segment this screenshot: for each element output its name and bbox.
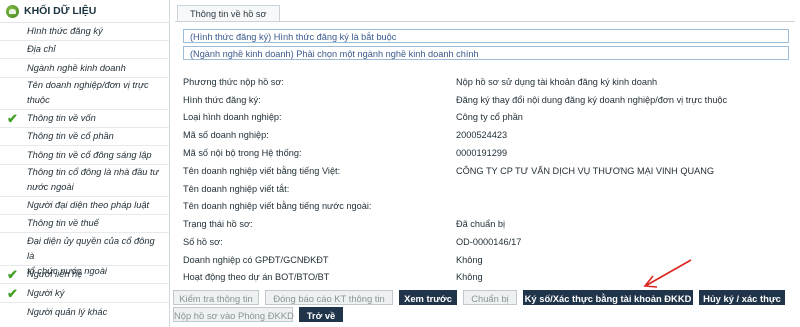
check-info-button[interactable]: Kiểm tra thông tin: [173, 290, 259, 305]
field-value: Không: [456, 272, 483, 282]
field-row: Hoạt động theo dự án BOT/BTO/BT Không: [183, 270, 789, 284]
sidebar-item-legal-representative[interactable]: Người đại diện theo pháp luật: [0, 197, 169, 213]
field-row: Mã số doanh nghiệp: 2000524423: [183, 128, 789, 142]
field-value: CÔNG TY CP TƯ VẤN DỊCH VỤ THƯƠNG MẠI VIN…: [456, 166, 715, 176]
data-block-icon: [6, 4, 19, 18]
field-label: Hoạt động theo dự án BOT/BTO/BT: [183, 272, 330, 282]
field-row: Mã số nội bộ trong Hệ thống: 0000191299: [183, 146, 789, 160]
field-label: Doanh nghiệp có GPĐT/GCNĐKĐT: [183, 255, 329, 265]
field-label: Mã số doanh nghiệp:: [183, 130, 269, 140]
checkmark-icon: ✔: [7, 267, 18, 282]
field-label: Phương thức nộp hồ sơ:: [183, 77, 284, 87]
main-panel: Thông tin về hồ sơ (Hình thức đăng ký) H…: [171, 0, 800, 327]
sidebar-item-foreign-shareholders[interactable]: Thông tin cổ đông là nhà đầu tư nước ngo…: [0, 165, 169, 195]
field-value: Đã chuẩn bị: [456, 219, 506, 229]
validation-message: (Hình thức đăng ký) Hình thức đăng ký là…: [183, 29, 789, 43]
checkmark-icon: ✔: [7, 286, 18, 301]
field-row: Tên doanh nghiệp viết bằng tiếng nước ng…: [183, 199, 789, 213]
report-kt-button[interactable]: Đóng báo cáo KT thông tin: [265, 290, 393, 305]
field-label: Số hồ sơ:: [183, 237, 223, 247]
field-value: OD-0000146/17: [456, 237, 522, 247]
sidebar-item-registration-form[interactable]: Hình thức đăng ký: [0, 23, 169, 39]
field-value: 0000191299: [456, 148, 508, 158]
cancel-sign-button[interactable]: Hủy ký / xác thực: [699, 290, 785, 305]
field-row: Trạng thái hồ sơ: Đã chuẩn bị: [183, 217, 789, 231]
field-row: Phương thức nộp hồ sơ: Nộp hồ sơ sử dụng…: [183, 75, 789, 89]
digital-sign-button[interactable]: Ký số/Xác thực bằng tài khoản ĐKKD: [523, 290, 693, 305]
field-label: Hình thức đăng ký:: [183, 95, 261, 105]
tab-file-info[interactable]: Thông tin về hồ sơ: [177, 5, 280, 22]
field-value: Nộp hồ sơ sử dụng tài khoản đăng ký kinh…: [456, 77, 658, 87]
sidebar-item-capital[interactable]: ✔ Thông tin về vốn: [0, 110, 169, 126]
sidebar-item-signer[interactable]: ✔ Người ký: [0, 285, 169, 301]
sidebar-item-other-managers[interactable]: Người quản lý khác: [0, 304, 169, 320]
field-label: Tên doanh nghiệp viết bằng tiếng Việt:: [183, 166, 341, 176]
validation-message: (Ngành nghề kinh doanh) Phải chọn một ng…: [183, 46, 789, 60]
preview-button[interactable]: Xem trước: [399, 290, 457, 305]
sidebar-item-contact-person[interactable]: ✔ Người liên hệ: [0, 266, 169, 282]
sidebar-item-tax-info[interactable]: Thông tin về thuế: [0, 215, 169, 231]
sidebar-item-founding-shareholders[interactable]: Thông tin về cổ đông sáng lập: [0, 147, 169, 163]
sidebar-item-business-lines[interactable]: Ngành nghề kinh doanh: [0, 60, 169, 76]
field-value: Không: [456, 255, 483, 265]
submit-file-button[interactable]: Nộp hồ sơ vào Phòng ĐKKD: [173, 307, 294, 322]
field-row: Tên doanh nghiệp viết bằng tiếng Việt: C…: [183, 164, 789, 178]
prepare-button[interactable]: Chuẩn bị: [463, 290, 517, 305]
sidebar-header: KHỐI DỮ LIỆU: [0, 0, 169, 23]
sidebar-title: KHỐI DỮ LIỆU: [24, 5, 97, 17]
field-label: Tên doanh nghiệp viết tắt:: [183, 184, 290, 194]
field-row: Doanh nghiệp có GPĐT/GCNĐKĐT Không: [183, 253, 789, 267]
field-label: Trạng thái hồ sơ:: [183, 219, 253, 229]
field-value: Đăng ký thay đổi nội dung đăng ký doanh …: [456, 95, 728, 105]
sidebar: KHỐI DỮ LIỆU Hình thức đăng ký Địa chỉ N…: [0, 0, 170, 327]
field-label: Tên doanh nghiệp viết bằng tiếng nước ng…: [183, 201, 372, 211]
back-button[interactable]: Trở về: [299, 307, 343, 322]
field-label: Loại hình doanh nghiệp:: [183, 112, 282, 122]
checkmark-icon: ✔: [7, 111, 18, 126]
sidebar-item-shares[interactable]: Thông tin về cổ phần: [0, 128, 169, 144]
field-row: Loại hình doanh nghiệp: Công ty cổ phần: [183, 110, 789, 124]
sidebar-item-address[interactable]: Địa chỉ: [0, 41, 169, 57]
field-row: Hình thức đăng ký: Đăng ký thay đổi nội …: [183, 93, 789, 107]
field-value: 2000524423: [456, 130, 508, 140]
field-value: Công ty cổ phần: [456, 112, 523, 122]
sidebar-item-company-name[interactable]: Tên doanh nghiệp/đơn vị trực thuộc: [0, 78, 169, 108]
field-row: Tên doanh nghiệp viết tắt:: [183, 182, 789, 196]
field-label: Mã số nội bộ trong Hệ thống:: [183, 148, 302, 158]
field-row: Số hồ sơ: OD-0000146/17: [183, 235, 789, 249]
